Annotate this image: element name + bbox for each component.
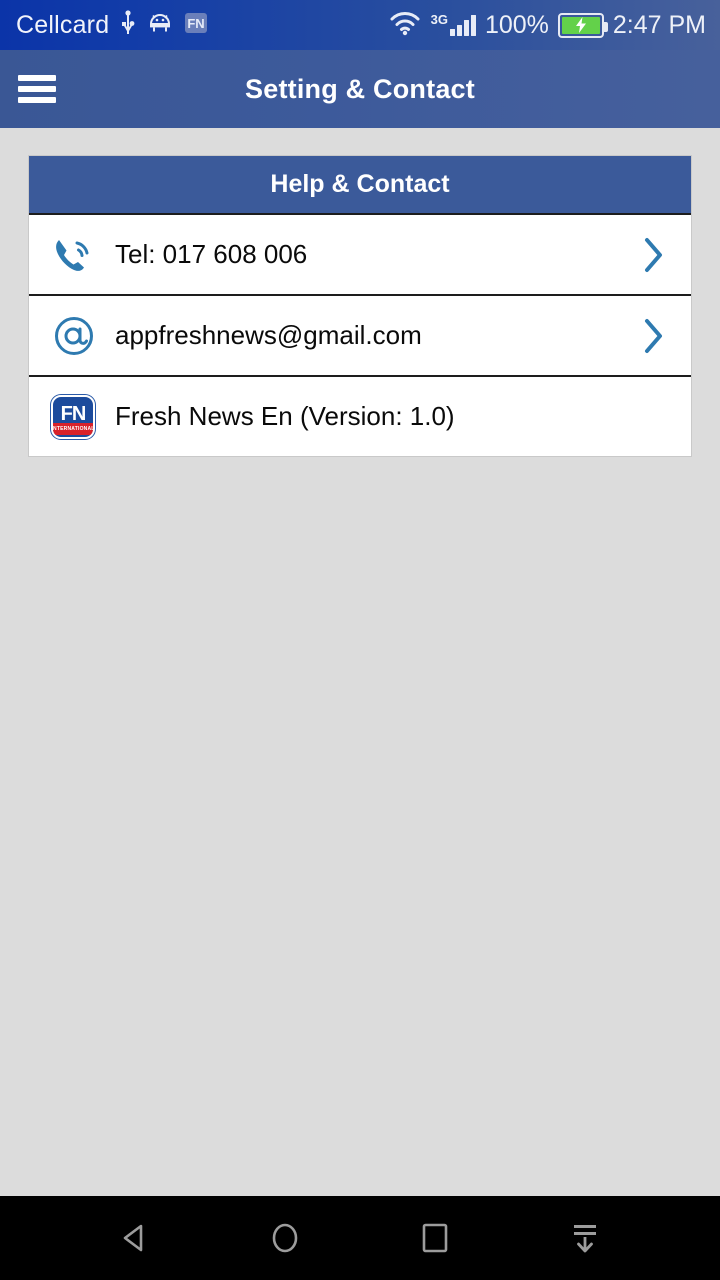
chevron-right-icon[interactable] (639, 317, 669, 355)
signal-bars-icon (449, 14, 476, 36)
help-contact-card: Help & Contact Tel: 017 608 006 appfresh… (28, 155, 692, 457)
carrier-label: Cellcard (16, 10, 110, 39)
app-version-row: FN INTERNATIONAL Fresh News En (Version:… (29, 375, 691, 456)
chevron-right-icon[interactable] (639, 236, 669, 274)
app-bar: Setting & Contact (0, 50, 720, 128)
page-title: Setting & Contact (245, 73, 475, 104)
fresh-news-app-logo: FN INTERNATIONAL (51, 394, 109, 439)
home-button[interactable] (250, 1208, 320, 1268)
hamburger-menu-icon[interactable] (18, 69, 76, 109)
fn-app-notification-icon: FN (184, 11, 208, 40)
clock-label: 2:47 PM (612, 10, 706, 39)
svg-text:FN: FN (188, 16, 205, 31)
status-bar-left: Cellcard FN (16, 9, 208, 41)
network-type-indicator: 3G (430, 12, 476, 36)
phone-call-icon (51, 234, 109, 276)
status-bar: Cellcard FN 3G 100% 2:47 PM (0, 0, 720, 50)
recents-button[interactable] (400, 1208, 470, 1268)
app-version-label: Fresh News En (Version: 1.0) (115, 401, 455, 431)
app-logo-banner: INTERNATIONAL (53, 422, 93, 435)
app-logo-letters: FN (60, 402, 87, 425)
phone-number-label: Tel: 017 608 006 (115, 239, 308, 269)
status-bar-right: 3G 100% 2:47 PM (388, 10, 706, 41)
contact-row-email[interactable]: appfreshnews@gmail.com (29, 294, 691, 375)
card-header-title: Help & Contact (29, 156, 691, 213)
contact-row-phone[interactable]: Tel: 017 608 006 (29, 213, 691, 294)
phone-screen: Cellcard FN 3G 100% 2:47 PM Setting & Co… (0, 0, 720, 1280)
system-navigation-bar (0, 1196, 720, 1280)
usb-icon (120, 9, 136, 41)
notification-pulldown-button[interactable] (550, 1208, 620, 1268)
at-sign-icon (51, 313, 109, 359)
android-robot-icon (147, 13, 173, 38)
network-type-label: 3G (430, 12, 448, 27)
back-button[interactable] (100, 1208, 170, 1268)
battery-charging-icon (557, 12, 608, 38)
battery-percent-label: 100% (484, 10, 549, 39)
wifi-icon (388, 10, 422, 41)
email-address-label: appfreshnews@gmail.com (115, 320, 422, 350)
